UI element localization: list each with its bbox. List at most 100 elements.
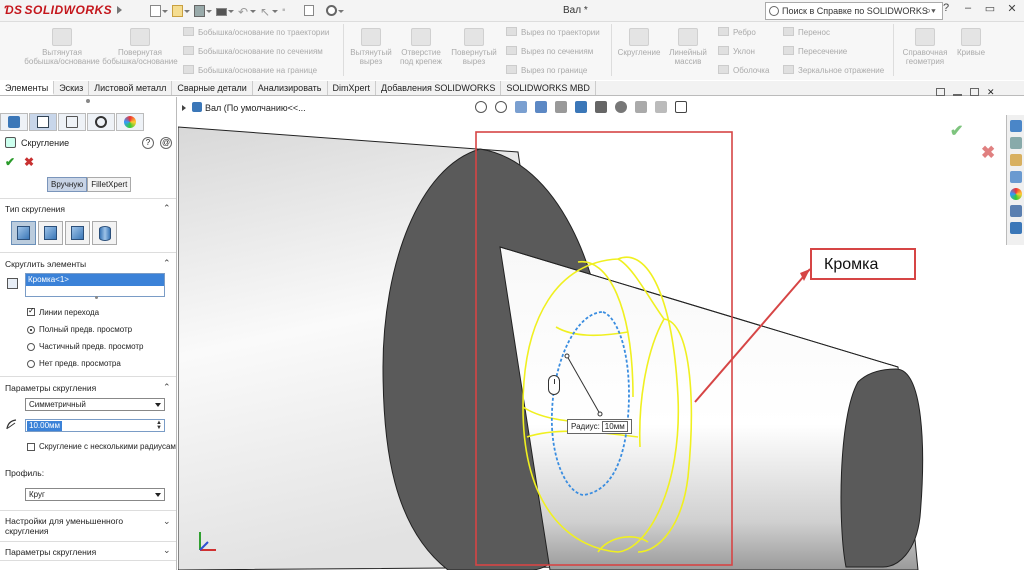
solidworks-logo[interactable]: ƊS SOLIDWORKS bbox=[4, 3, 112, 17]
zoom-to-area-icon[interactable] bbox=[495, 101, 507, 113]
undo-icon[interactable]: ↶ bbox=[236, 3, 256, 19]
edit-appearance-icon[interactable] bbox=[635, 101, 647, 113]
tab-dimxpert-manager[interactable] bbox=[87, 113, 115, 131]
help-search-input[interactable]: Поиск в Справке по SOLIDWORKS ⌕▾ bbox=[765, 2, 943, 20]
expand-chevron-icon[interactable]: ⌄ bbox=[163, 545, 171, 556]
tangent-propagation-checkbox[interactable] bbox=[27, 306, 35, 316]
view-palette-icon[interactable] bbox=[1010, 171, 1022, 183]
forum-icon[interactable] bbox=[1010, 222, 1022, 234]
filletxpert-mode-button[interactable]: FilletXpert bbox=[87, 177, 132, 192]
appearances-icon[interactable] bbox=[1010, 188, 1022, 200]
linear-pattern-button[interactable]: Линейный массив bbox=[664, 28, 712, 66]
extruded-cut-button[interactable]: Вытянутый вырез bbox=[348, 28, 394, 66]
menu-expand-arrow-icon[interactable] bbox=[117, 6, 122, 14]
multi-radius-checkbox[interactable] bbox=[27, 443, 35, 451]
variable-size-fillet-button[interactable] bbox=[38, 221, 63, 245]
home-icon[interactable] bbox=[1010, 120, 1022, 132]
feature-tree-flyout[interactable]: Вал (По умолчанию<<... bbox=[182, 102, 306, 113]
model-view[interactable] bbox=[178, 97, 1024, 570]
dynamic-annotation-icon[interactable] bbox=[555, 101, 567, 113]
partial-preview-radio[interactable] bbox=[27, 343, 35, 351]
print-icon[interactable] bbox=[214, 3, 234, 19]
wrap-button[interactable]: Перенос bbox=[783, 27, 830, 37]
constant-size-fillet-button[interactable] bbox=[11, 221, 36, 245]
hide-show-items-icon[interactable] bbox=[615, 101, 627, 113]
curves-button[interactable]: Кривые bbox=[953, 28, 989, 57]
swept-boss-button[interactable]: Бобышка/основание по траектории bbox=[183, 27, 329, 37]
zoom-to-fit-icon[interactable] bbox=[475, 101, 487, 113]
view-orientation-icon[interactable] bbox=[575, 101, 587, 113]
full-preview-radio[interactable] bbox=[27, 326, 35, 334]
fillet-parameters-header[interactable]: Параметры скругления bbox=[5, 383, 96, 393]
selected-edge-item[interactable]: Кромка<1> bbox=[26, 274, 164, 286]
items-to-fillet-header[interactable]: Скруглить элементы bbox=[5, 259, 86, 269]
expand-chevron-icon[interactable]: ⌄ bbox=[163, 516, 171, 527]
boundary-cut-button[interactable]: Вырез по границе bbox=[506, 65, 587, 75]
boundary-boss-button[interactable]: Бобышка/основание на границе bbox=[183, 65, 317, 75]
tab-sheet-metal[interactable]: Листовой металл bbox=[89, 81, 173, 95]
new-document-icon[interactable] bbox=[148, 3, 168, 19]
edges-selection-list[interactable]: Кромка<1> bbox=[25, 273, 165, 297]
help-button[interactable]: ? bbox=[142, 137, 154, 149]
open-document-icon[interactable] bbox=[170, 3, 190, 19]
revolved-boss-button[interactable]: Повернутая бобышка/основание bbox=[100, 28, 180, 66]
intersect-button[interactable]: Пересечение bbox=[783, 46, 847, 56]
custom-properties-icon[interactable] bbox=[1010, 205, 1022, 217]
setback-parameters-header[interactable]: Настройки для уменьшенного скругления bbox=[5, 516, 123, 536]
file-properties-icon[interactable] bbox=[302, 3, 318, 19]
fillet-type-header[interactable]: Тип скругления bbox=[5, 204, 65, 214]
view-settings-icon[interactable] bbox=[675, 101, 687, 113]
manual-mode-button[interactable]: Вручную bbox=[47, 177, 88, 192]
display-style-icon[interactable] bbox=[595, 101, 607, 113]
ok-button[interactable]: ✔ bbox=[5, 155, 15, 169]
viewport-restore-icon[interactable] bbox=[936, 88, 945, 96]
extruded-boss-button[interactable]: Вытянутая бобышка/основание bbox=[22, 28, 102, 66]
mirror-button[interactable]: Зеркальное отражение bbox=[783, 65, 884, 75]
help-button[interactable]: ? bbox=[936, 2, 956, 15]
tab-feature-manager[interactable] bbox=[0, 113, 28, 131]
confirm-cancel-icon[interactable]: ✖ bbox=[981, 143, 995, 163]
maximize-button[interactable]: ▭ bbox=[980, 2, 1000, 15]
collapse-chevron-icon[interactable]: ⌃ bbox=[163, 258, 171, 269]
tab-sketch[interactable]: Эскиз bbox=[54, 81, 90, 95]
collapse-chevron-icon[interactable]: ⌃ bbox=[163, 382, 171, 393]
confirm-ok-icon[interactable]: ✔ bbox=[950, 121, 963, 141]
expand-arrow-icon[interactable] bbox=[182, 105, 186, 111]
fillet-button[interactable]: Скругление bbox=[614, 28, 664, 57]
design-library-icon[interactable] bbox=[1010, 137, 1022, 149]
lofted-boss-button[interactable]: Бобышка/основание по сечениям bbox=[183, 46, 323, 56]
rebuild-icon[interactable]: ▪ bbox=[280, 3, 296, 19]
cancel-button[interactable]: ✖ bbox=[24, 155, 34, 169]
tab-weldments[interactable]: Сварные детали bbox=[172, 81, 253, 95]
reference-geometry-button[interactable]: Справочная геометрия bbox=[897, 28, 953, 66]
fillet-method-dropdown[interactable]: Симметричный bbox=[25, 398, 165, 411]
tab-display-manager[interactable] bbox=[116, 113, 144, 131]
draft-button[interactable]: Уклон bbox=[718, 46, 755, 56]
radius-input[interactable]: 10.00мм ▲ ▼ bbox=[25, 419, 165, 432]
pin-button[interactable]: @ bbox=[160, 137, 172, 149]
tab-mbd[interactable]: SOLIDWORKS MBD bbox=[501, 81, 596, 95]
close-button[interactable]: ✕ bbox=[1002, 2, 1022, 15]
face-fillet-button[interactable] bbox=[65, 221, 90, 245]
previous-view-icon[interactable] bbox=[515, 101, 527, 113]
tab-addins[interactable]: Добавления SOLIDWORKS bbox=[376, 81, 502, 95]
tab-features[interactable]: Элементы bbox=[0, 81, 55, 95]
select-icon[interactable]: ↖ bbox=[258, 3, 278, 19]
search-icon[interactable]: ⌕▾ bbox=[925, 5, 936, 18]
tab-property-manager[interactable] bbox=[29, 113, 57, 131]
shell-button[interactable]: Оболочка bbox=[718, 65, 769, 75]
collapse-chevron-icon[interactable]: ⌃ bbox=[163, 203, 171, 214]
tab-configuration-manager[interactable] bbox=[58, 113, 86, 131]
swept-cut-button[interactable]: Вырез по траектории bbox=[506, 27, 600, 37]
viewport-minimize-icon[interactable] bbox=[953, 94, 962, 96]
radius-value[interactable]: 10.00мм bbox=[27, 421, 63, 431]
fillet-options-header[interactable]: Параметры скругления bbox=[5, 547, 96, 557]
lofted-cut-button[interactable]: Вырез по сечениям bbox=[506, 46, 593, 56]
tab-dimxpert[interactable]: DimXpert bbox=[328, 81, 377, 95]
radius-callout-value[interactable]: 10мм bbox=[601, 421, 628, 432]
no-preview-radio[interactable] bbox=[27, 360, 35, 368]
revolved-cut-button[interactable]: Повернутый вырез bbox=[448, 28, 500, 66]
panel-grip[interactable] bbox=[86, 99, 90, 103]
radius-callout[interactable]: Радиус: 10мм bbox=[567, 419, 632, 434]
hole-wizard-button[interactable]: Отверстие под крепеж bbox=[396, 28, 446, 66]
